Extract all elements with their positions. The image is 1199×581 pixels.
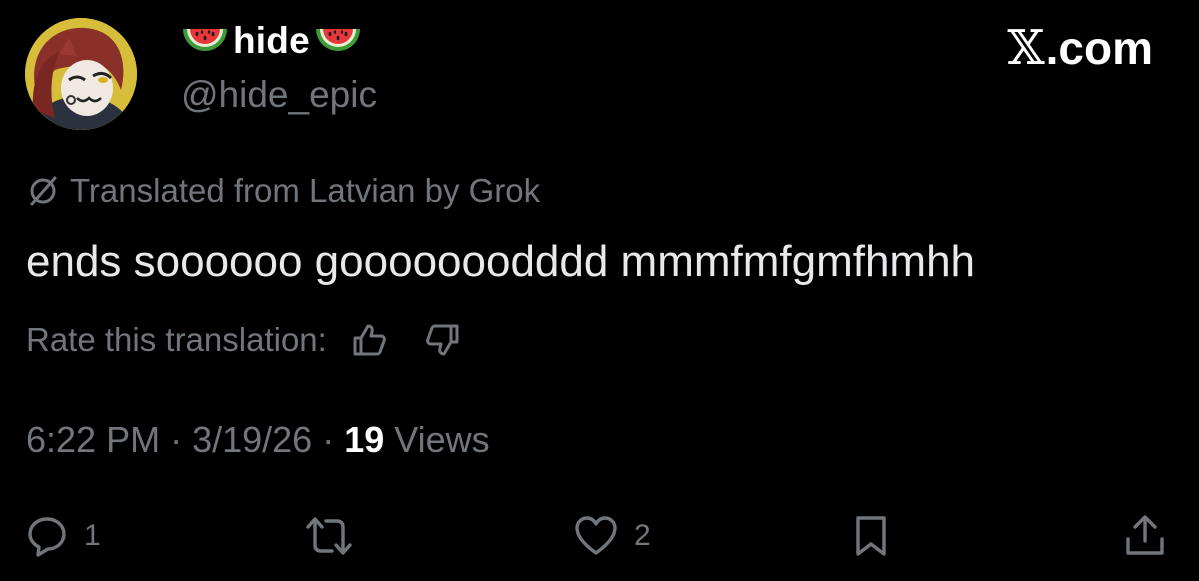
retweet-icon (306, 517, 352, 555)
like-button[interactable]: 2 (572, 510, 651, 562)
author-name-row[interactable]: hide (181, 18, 362, 64)
bookmark-icon (856, 516, 886, 556)
tweet-date[interactable]: 3/19/26 (192, 419, 312, 461)
site-logo: 𝕏 .com (1007, 20, 1153, 76)
thumbs-down-button[interactable] (421, 318, 465, 362)
translation-notice: Translated from Latvian by Grok (26, 172, 540, 210)
thumbs-up-icon (353, 324, 386, 356)
avatar-image (25, 18, 137, 130)
like-count: 2 (634, 519, 651, 552)
views-label[interactable]: Views (384, 419, 489, 461)
heart-icon (575, 516, 617, 555)
reply-button[interactable]: 1 (24, 510, 101, 562)
share-button[interactable] (1122, 510, 1168, 562)
translation-notice-text: Translated from Latvian by Grok (70, 172, 541, 209)
reply-count: 1 (84, 519, 101, 552)
watermelon-icon (181, 21, 229, 61)
bookmark-button[interactable] (848, 510, 894, 562)
meta-separator: · (312, 419, 345, 460)
tweet-meta: 6:22 PM · 3/19/26 · 19 Views (26, 419, 490, 461)
rate-translation-label: Rate this translation: (26, 321, 327, 358)
translate-icon (26, 174, 60, 208)
x-logo-icon: 𝕏 (1007, 20, 1045, 76)
author-handle[interactable]: @hide_epic (181, 74, 377, 116)
rate-translation: Rate this translation: (26, 318, 495, 362)
thumbs-down-icon (425, 324, 459, 356)
retweet-button[interactable] (302, 510, 370, 562)
meta-separator: · (160, 419, 193, 460)
avatar[interactable] (25, 18, 137, 130)
share-icon (1126, 515, 1164, 555)
site-logo-text: .com (1045, 22, 1153, 74)
tweet-text: ends soooooo gooooooodddd mmmfmfgmfhmhh (26, 237, 976, 286)
watermelon-icon (314, 21, 362, 61)
reply-icon (28, 517, 66, 557)
tweet-time[interactable]: 6:22 PM (26, 419, 160, 461)
views-count[interactable]: 19 (344, 419, 384, 461)
display-name[interactable]: hide (233, 20, 310, 62)
thumbs-up-button[interactable] (347, 318, 391, 362)
